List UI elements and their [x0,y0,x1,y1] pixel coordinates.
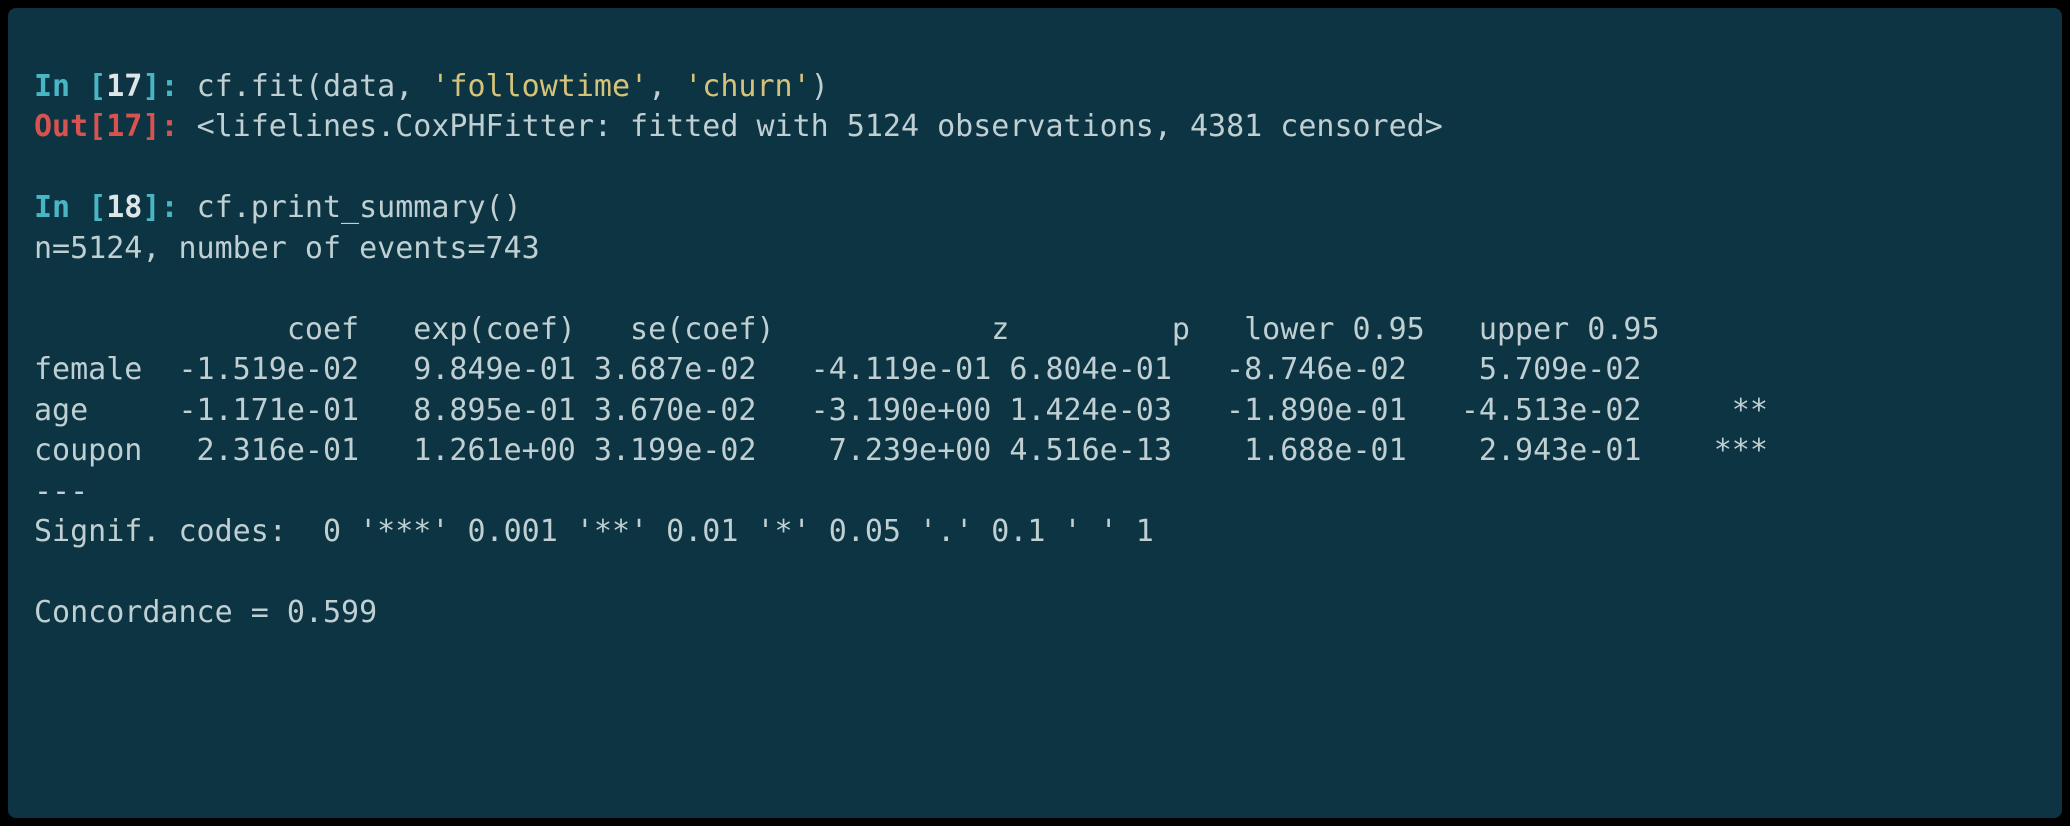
line: In [18]: cf.print_summary() [34,190,522,225]
colon: : [160,190,196,225]
concordance: Concordance = 0.599 [34,595,377,630]
separator: --- [34,474,88,509]
blank-line [34,150,52,185]
signif-codes: Signif. codes: 0 '***' 0.001 '**' 0.01 '… [34,514,1154,549]
code-str: 'followtime' [431,69,648,104]
paren-close: ) [504,190,522,225]
ipython-terminal[interactable]: In [17]: cf.fit(data, 'followtime', 'chu… [0,0,2070,826]
paren-open: ( [305,69,323,104]
in-prompt-label: In [34,69,88,104]
in-prompt-number: 17 [106,69,142,104]
bracket-open: [ [88,69,106,104]
bracket-close: ] [142,69,160,104]
table-row: coupon 2.316e-01 1.261e+00 3.199e-02 7.2… [34,433,1768,468]
code-fn: cf.print_summary [197,190,486,225]
in-prompt-label: In [34,190,88,225]
code-fn: cf.fit [197,69,305,104]
blank-line [34,555,52,590]
colon: : [160,69,196,104]
code-str: 'churn' [684,69,810,104]
bracket-open: [ [88,109,106,144]
code-sep: , [648,69,684,104]
table-row: age -1.171e-01 8.895e-01 3.670e-02 -3.19… [34,393,1768,428]
out-repr: <lifelines.CoxPHFitter: fitted with 5124… [197,109,1443,144]
line: In [17]: cf.fit(data, 'followtime', 'chu… [34,69,829,104]
table-row: female -1.519e-02 9.849e-01 3.687e-02 -4… [34,352,1768,387]
out-prompt-label: Out [34,109,88,144]
out-prompt-number: 17 [106,109,142,144]
bracket-close: ] [142,109,160,144]
bracket-open: [ [88,190,106,225]
bracket-close: ] [142,190,160,225]
code-sep: , [395,69,431,104]
blank-line [34,271,52,306]
stdout-header: n=5124, number of events=743 [34,231,540,266]
paren-open: ( [486,190,504,225]
paren-close: ) [811,69,829,104]
line: Out[17]: <lifelines.CoxPHFitter: fitted … [34,109,1443,144]
colon: : [160,109,196,144]
code-arg: data [323,69,395,104]
in-prompt-number: 18 [106,190,142,225]
table-header-row: coef exp(coef) se(coef) z p lower 0.95 u… [34,312,1660,347]
